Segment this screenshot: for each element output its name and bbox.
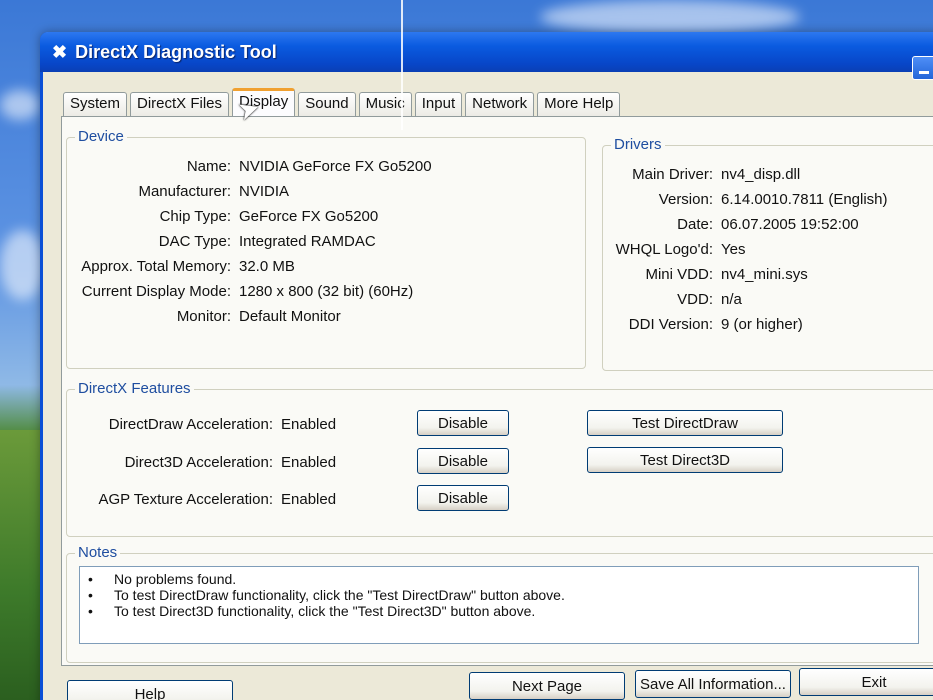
device-field-label: DAC Type:	[158, 233, 231, 250]
next-page-button[interactable]: Next Page	[469, 672, 625, 700]
device-field-label: Name:	[186, 158, 231, 175]
window-title: DirectX Diagnostic Tool	[75, 41, 277, 62]
device-field-label: Chip Type:	[159, 208, 231, 225]
driver-row: Main Driver: nv4_disp.dll	[603, 166, 800, 183]
device-row: Current Display Mode: 1280 x 800 (32 bit…	[67, 283, 414, 300]
help-button[interactable]: Help	[67, 680, 233, 700]
feature-row: DirectDraw Acceleration: Enabled	[67, 416, 336, 433]
device-field-value: 1280 x 800 (32 bit) (60Hz)	[239, 283, 414, 300]
driver-field-label: DDI Version:	[628, 316, 713, 333]
tab-system[interactable]: System	[63, 92, 128, 116]
driver-field-label: Version:	[658, 191, 713, 208]
feature-label: AGP Texture Acceleration:	[98, 491, 273, 508]
note-item: • To test Direct3D functionality, click …	[88, 603, 910, 619]
notes-text-box[interactable]: • No problems found. • To test DirectDra…	[79, 566, 919, 644]
feature-status: Enabled	[281, 491, 337, 508]
driver-field-value: Yes	[721, 241, 746, 258]
drivers-group: Drivers Main Driver: nv4_disp.dll Versio…	[602, 136, 933, 371]
tab-music[interactable]: Music	[358, 92, 412, 116]
device-group-label: Device	[75, 128, 127, 145]
tab-directx-files[interactable]: DirectX Files	[130, 92, 230, 116]
feature-status: Enabled	[281, 416, 337, 433]
test-directdraw-button[interactable]: Test DirectDraw	[587, 410, 783, 436]
disable-direct3d-button[interactable]: Disable	[417, 448, 509, 474]
notes-group-label: Notes	[75, 544, 121, 561]
desktop-cloud	[0, 90, 40, 120]
driver-field-label: VDD:	[677, 291, 713, 308]
tab-network[interactable]: Network	[465, 92, 535, 116]
disable-agp-texture-button[interactable]: Disable	[417, 485, 509, 511]
driver-row: WHQL Logo'd: Yes	[603, 241, 746, 258]
device-row: Monitor: Default Monitor	[67, 308, 341, 325]
dxdiag-window: ✖ DirectX Diagnostic Tool System DirectX…	[40, 32, 933, 700]
directx-features-group: DirectX Features DirectDraw Acceleration…	[66, 380, 933, 537]
driver-field-label: Date:	[677, 216, 713, 233]
exit-button[interactable]: Exit	[799, 668, 933, 696]
device-field-value: NVIDIA	[239, 183, 290, 200]
driver-row: Version: 6.14.0010.7811 (English)	[603, 191, 888, 208]
driver-field-value: 9 (or higher)	[721, 316, 803, 333]
title-bar[interactable]: ✖ DirectX Diagnostic Tool	[40, 32, 933, 80]
tab-sound[interactable]: Sound	[298, 92, 356, 116]
display-panel: Device Name: NVIDIA GeForce FX Go5200 Ma…	[61, 116, 933, 666]
tab-strip: System DirectX Files Display Sound Music…	[63, 88, 623, 116]
device-field-value: Default Monitor	[239, 308, 341, 325]
device-field-label: Monitor:	[176, 308, 231, 325]
disable-directdraw-button[interactable]: Disable	[417, 410, 509, 436]
device-field-value: Integrated RAMDAC	[239, 233, 376, 250]
device-row: Chip Type: GeForce FX Go5200	[67, 208, 379, 225]
tab-more-help[interactable]: More Help	[537, 92, 621, 116]
driver-field-label: WHQL Logo'd:	[615, 241, 713, 258]
driver-field-value: 6.14.0010.7811 (English)	[721, 191, 888, 208]
driver-row: Mini VDD: nv4_mini.sys	[603, 266, 808, 283]
device-row: Approx. Total Memory: 32.0 MB	[67, 258, 295, 275]
desktop-cloud	[0, 230, 45, 300]
features-group-label: DirectX Features	[75, 380, 194, 397]
note-text: No problems found.	[114, 571, 237, 587]
device-field-value: NVIDIA GeForce FX Go5200	[239, 158, 432, 175]
driver-field-label: Mini VDD:	[645, 266, 713, 283]
note-text: To test DirectDraw functionality, click …	[114, 587, 565, 603]
driver-field-value: 06.07.2005 19:52:00	[721, 216, 859, 233]
test-direct3d-button[interactable]: Test Direct3D	[587, 447, 783, 473]
note-text: To test Direct3D functionality, click th…	[114, 603, 536, 619]
bullet-icon: •	[88, 603, 93, 619]
drivers-group-label: Drivers	[611, 136, 665, 153]
driver-field-value: nv4_mini.sys	[721, 266, 808, 283]
feature-row: Direct3D Acceleration: Enabled	[67, 454, 336, 471]
bullet-icon: •	[88, 587, 93, 603]
device-row: Name: NVIDIA GeForce FX Go5200	[67, 158, 432, 175]
driver-field-value: nv4_disp.dll	[721, 166, 801, 183]
feature-label: DirectDraw Acceleration:	[108, 416, 273, 433]
notes-group: Notes • No problems found. • To test Dir…	[66, 544, 933, 663]
device-field-value: GeForce FX Go5200	[239, 208, 379, 225]
note-item: • No problems found.	[88, 571, 910, 587]
driver-field-label: Main Driver:	[632, 166, 713, 183]
driver-field-value: n/a	[721, 291, 742, 308]
driver-row: Date: 06.07.2005 19:52:00	[603, 216, 859, 233]
driver-row: VDD: n/a	[603, 291, 742, 308]
feature-row: AGP Texture Acceleration: Enabled	[67, 491, 336, 508]
feature-label: Direct3D Acceleration:	[124, 454, 273, 471]
desktop-cloud	[540, 0, 800, 34]
dxdiag-icon: ✖	[52, 41, 68, 62]
note-item: • To test DirectDraw functionality, clic…	[88, 587, 910, 603]
device-field-label: Manufacturer:	[138, 183, 231, 200]
device-row: DAC Type: Integrated RAMDAC	[67, 233, 376, 250]
driver-row: DDI Version: 9 (or higher)	[603, 316, 803, 333]
save-all-information-button[interactable]: Save All Information...	[635, 670, 791, 698]
screen-glare-line	[401, 0, 403, 130]
device-group: Device Name: NVIDIA GeForce FX Go5200 Ma…	[66, 128, 586, 369]
bullet-icon: •	[88, 571, 93, 587]
device-field-label: Approx. Total Memory:	[81, 258, 231, 275]
tab-input[interactable]: Input	[414, 92, 463, 116]
feature-status: Enabled	[281, 454, 337, 471]
device-row: Manufacturer: NVIDIA	[67, 183, 289, 200]
device-field-label: Current Display Mode:	[81, 283, 231, 300]
minimize-button[interactable]	[912, 56, 933, 80]
device-field-value: 32.0 MB	[239, 258, 295, 275]
